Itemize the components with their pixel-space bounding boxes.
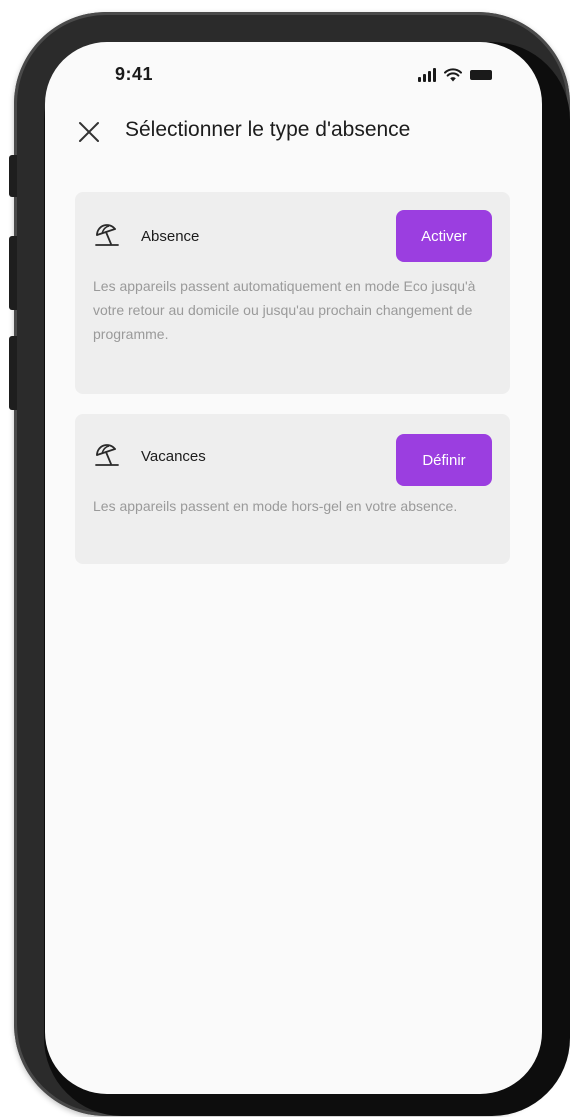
wifi-icon	[444, 68, 462, 82]
status-bar: 9:41	[45, 42, 542, 106]
volume-up-button	[9, 236, 17, 310]
beach-umbrella-icon	[95, 224, 119, 246]
absence-card: Absence Activer Les appareils passent au…	[75, 192, 510, 394]
silent-switch	[9, 155, 17, 197]
header: Sélectionner le type d'absence	[45, 102, 542, 162]
absence-title: Absence	[141, 228, 200, 245]
close-icon[interactable]	[77, 120, 101, 144]
activate-button[interactable]: Activer	[396, 210, 492, 262]
vacances-title: Vacances	[141, 448, 206, 465]
volume-down-button	[9, 336, 17, 410]
define-button[interactable]: Définir	[396, 434, 492, 486]
beach-umbrella-icon	[95, 444, 119, 466]
page-title: Sélectionner le type d'absence	[125, 118, 411, 141]
absence-description: Les appareils passent automatiquement en…	[93, 278, 476, 342]
stage: 9:41 Sélectionner le type d'absence Abse…	[0, 0, 570, 1117]
status-icons	[418, 66, 492, 82]
vacances-description: Les appareils passent en mode hors-gel e…	[93, 498, 458, 514]
vacances-card: Vacances Définir Les appareils passent e…	[75, 414, 510, 564]
battery-icon	[470, 70, 492, 80]
status-time: 9:41	[115, 64, 154, 84]
cellular-signal-icon	[418, 68, 436, 82]
phone-screen: 9:41 Sélectionner le type d'absence Abse…	[45, 42, 542, 1094]
